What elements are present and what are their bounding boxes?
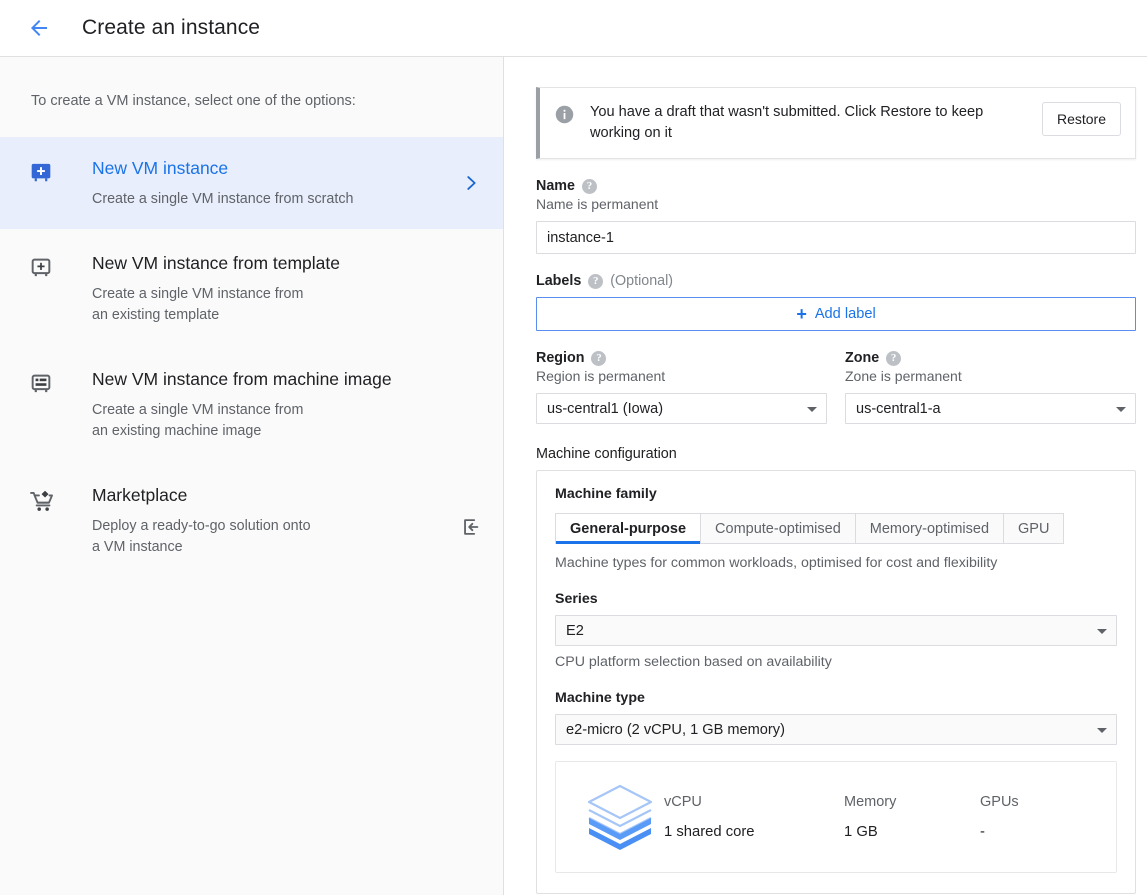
machine-image-icon <box>28 367 66 442</box>
help-icon[interactable]: ? <box>591 350 607 366</box>
help-icon[interactable]: ? <box>886 350 902 366</box>
name-field-group: Name ? Name is permanent <box>536 178 1136 254</box>
sidebar-item-desc: Deploy a ready-to-go solution onto a VM … <box>92 518 311 555</box>
machine-configuration-card: Machine family General-purpose Compute-o… <box>536 470 1136 894</box>
series-select-value: E2 <box>566 622 584 639</box>
chevron-right-icon <box>457 156 485 210</box>
sidebar-item-title: Marketplace <box>92 485 188 505</box>
stat-memory-value: 1 GB <box>844 824 878 840</box>
zone-field-group: Zone ? Zone is permanent us-central1-a <box>845 350 1136 424</box>
arrow-back-icon[interactable] <box>22 11 56 45</box>
shopping-cart-icon <box>28 483 66 558</box>
region-field-group: Region ? Region is permanent us-central1… <box>536 350 827 424</box>
machine-type-field-group: Machine type e2-micro (2 vCPU, 1 GB memo… <box>555 690 1117 745</box>
plus-icon: + <box>796 304 807 324</box>
series-field-group: Series E2 CPU platform selection based o… <box>555 591 1117 670</box>
machine-type-label: Machine type <box>555 690 645 706</box>
launch-icon[interactable] <box>457 483 485 558</box>
sidebar-item-new-vm-instance-from-machine-image[interactable]: New VM instance from machine image Creat… <box>0 345 503 461</box>
help-icon[interactable]: ? <box>588 273 604 289</box>
vm-add-filled-icon <box>28 156 66 210</box>
restore-button[interactable]: Restore <box>1041 102 1121 136</box>
region-zone-row: Region ? Region is permanent us-central1… <box>536 350 1136 424</box>
machine-type-select[interactable]: e2-micro (2 vCPU, 1 GB memory) <box>555 714 1117 745</box>
sidebar-item-desc: Create a single VM instance from an exis… <box>92 286 304 323</box>
sidebar-hint: To create a VM instance, select one of t… <box>31 93 356 109</box>
sidebar-item-text: New VM instance Create a single VM insta… <box>66 156 457 210</box>
info-icon <box>554 102 576 130</box>
sidebar-item-new-vm-instance[interactable]: New VM instance Create a single VM insta… <box>0 137 503 229</box>
sidebar-item-title: New VM instance from template <box>92 253 341 273</box>
zone-label: Zone <box>845 350 880 366</box>
machine-family-label: Machine family <box>555 486 657 502</box>
instance-form-panel: You have a draft that wasn't submitted. … <box>504 57 1147 895</box>
chevron-down-icon <box>1097 628 1107 634</box>
region-select[interactable]: us-central1 (Iowa) <box>536 393 827 424</box>
stat-vcpu-value: 1 shared core <box>664 824 755 840</box>
add-label-button[interactable]: + Add label <box>536 297 1136 331</box>
machine-stats-box: vCPU 1 shared core Memory 1 GB GPUs - <box>555 761 1117 873</box>
draft-banner: You have a draft that wasn't submitted. … <box>536 87 1136 159</box>
stat-gpus-value: - <box>980 824 985 840</box>
zone-select[interactable]: us-central1-a <box>845 393 1136 424</box>
stat-memory: Memory 1 GB <box>844 794 980 840</box>
name-input[interactable] <box>536 221 1136 254</box>
machine-family-hint: Machine types for common workloads, opti… <box>555 555 998 571</box>
stat-gpus-head: GPUs <box>980 794 1019 810</box>
create-instance-page: Create an instance To create a VM instan… <box>0 0 1147 895</box>
region-label-row: Region ? <box>536 350 827 366</box>
machine-family-tabs: General-purpose Compute-optimised Memory… <box>555 513 1117 544</box>
tab-general-purpose[interactable]: General-purpose <box>555 513 702 544</box>
region-label: Region <box>536 350 585 366</box>
layers-stack-icon <box>576 780 664 854</box>
add-label-button-text: Add label <box>814 306 876 322</box>
stat-vcpu: vCPU 1 shared core <box>664 794 844 840</box>
zone-label-row: Zone ? <box>845 350 1136 366</box>
sidebar-item-desc: Create a single VM instance from an exis… <box>92 402 304 439</box>
series-select[interactable]: E2 <box>555 615 1117 646</box>
zone-sublabel: Zone is permanent <box>845 368 962 384</box>
sidebar-item-trailing-spacer <box>457 367 485 442</box>
sidebar-item-text: Marketplace Deploy a ready-to-go solutio… <box>66 483 457 558</box>
chevron-down-icon <box>1097 727 1107 733</box>
tab-compute-optimised[interactable]: Compute-optimised <box>701 513 856 544</box>
page-title: Create an instance <box>82 16 261 39</box>
help-icon[interactable]: ? <box>581 178 597 194</box>
labels-optional-text: (Optional) <box>610 273 674 289</box>
options-sidebar: To create a VM instance, select one of t… <box>0 57 504 895</box>
page-body: To create a VM instance, select one of t… <box>0 57 1147 895</box>
labels-field-group: Labels ? (Optional) + Add label <box>536 273 1136 331</box>
tab-gpu[interactable]: GPU <box>1004 513 1065 544</box>
series-hint: CPU platform selection based on availabi… <box>555 654 832 670</box>
sidebar-item-text: New VM instance from machine image Creat… <box>66 367 457 442</box>
zone-select-value: us-central1-a <box>856 400 941 417</box>
tab-memory-optimised[interactable]: Memory-optimised <box>855 513 1005 544</box>
labels-label: Labels <box>536 273 582 289</box>
vm-add-outline-icon <box>28 251 66 326</box>
sidebar-item-title: New VM instance <box>92 158 229 178</box>
labels-label-row: Labels ? (Optional) <box>536 273 1136 289</box>
machine-configuration-title: Machine configuration <box>536 446 677 462</box>
machine-stats-columns: vCPU 1 shared core Memory 1 GB GPUs - <box>664 794 1096 840</box>
name-label-row: Name ? <box>536 178 1136 194</box>
name-label: Name <box>536 178 575 194</box>
region-select-value: us-central1 (Iowa) <box>547 400 664 417</box>
series-label: Series <box>555 591 598 607</box>
sidebar-item-text: New VM instance from template Create a s… <box>66 251 457 326</box>
stat-vcpu-head: vCPU <box>664 794 702 810</box>
draft-banner-message: You have a draft that wasn't submitted. … <box>590 104 984 141</box>
sidebar-item-marketplace[interactable]: Marketplace Deploy a ready-to-go solutio… <box>0 461 503 577</box>
sidebar-item-new-vm-instance-from-template[interactable]: New VM instance from template Create a s… <box>0 229 503 345</box>
sidebar-item-desc: Create a single VM instance from scratch <box>92 191 354 207</box>
sidebar-item-title: New VM instance from machine image <box>92 369 392 389</box>
chevron-down-icon <box>1116 406 1126 412</box>
sidebar-item-trailing-spacer <box>457 251 485 326</box>
name-sublabel: Name is permanent <box>536 196 659 212</box>
stat-gpus: GPUs - <box>980 794 1096 840</box>
page-header: Create an instance <box>0 0 1147 57</box>
region-sublabel: Region is permanent <box>536 368 666 384</box>
machine-type-select-value: e2-micro (2 vCPU, 1 GB memory) <box>566 721 785 738</box>
chevron-down-icon <box>807 406 817 412</box>
stat-memory-head: Memory <box>844 794 897 810</box>
